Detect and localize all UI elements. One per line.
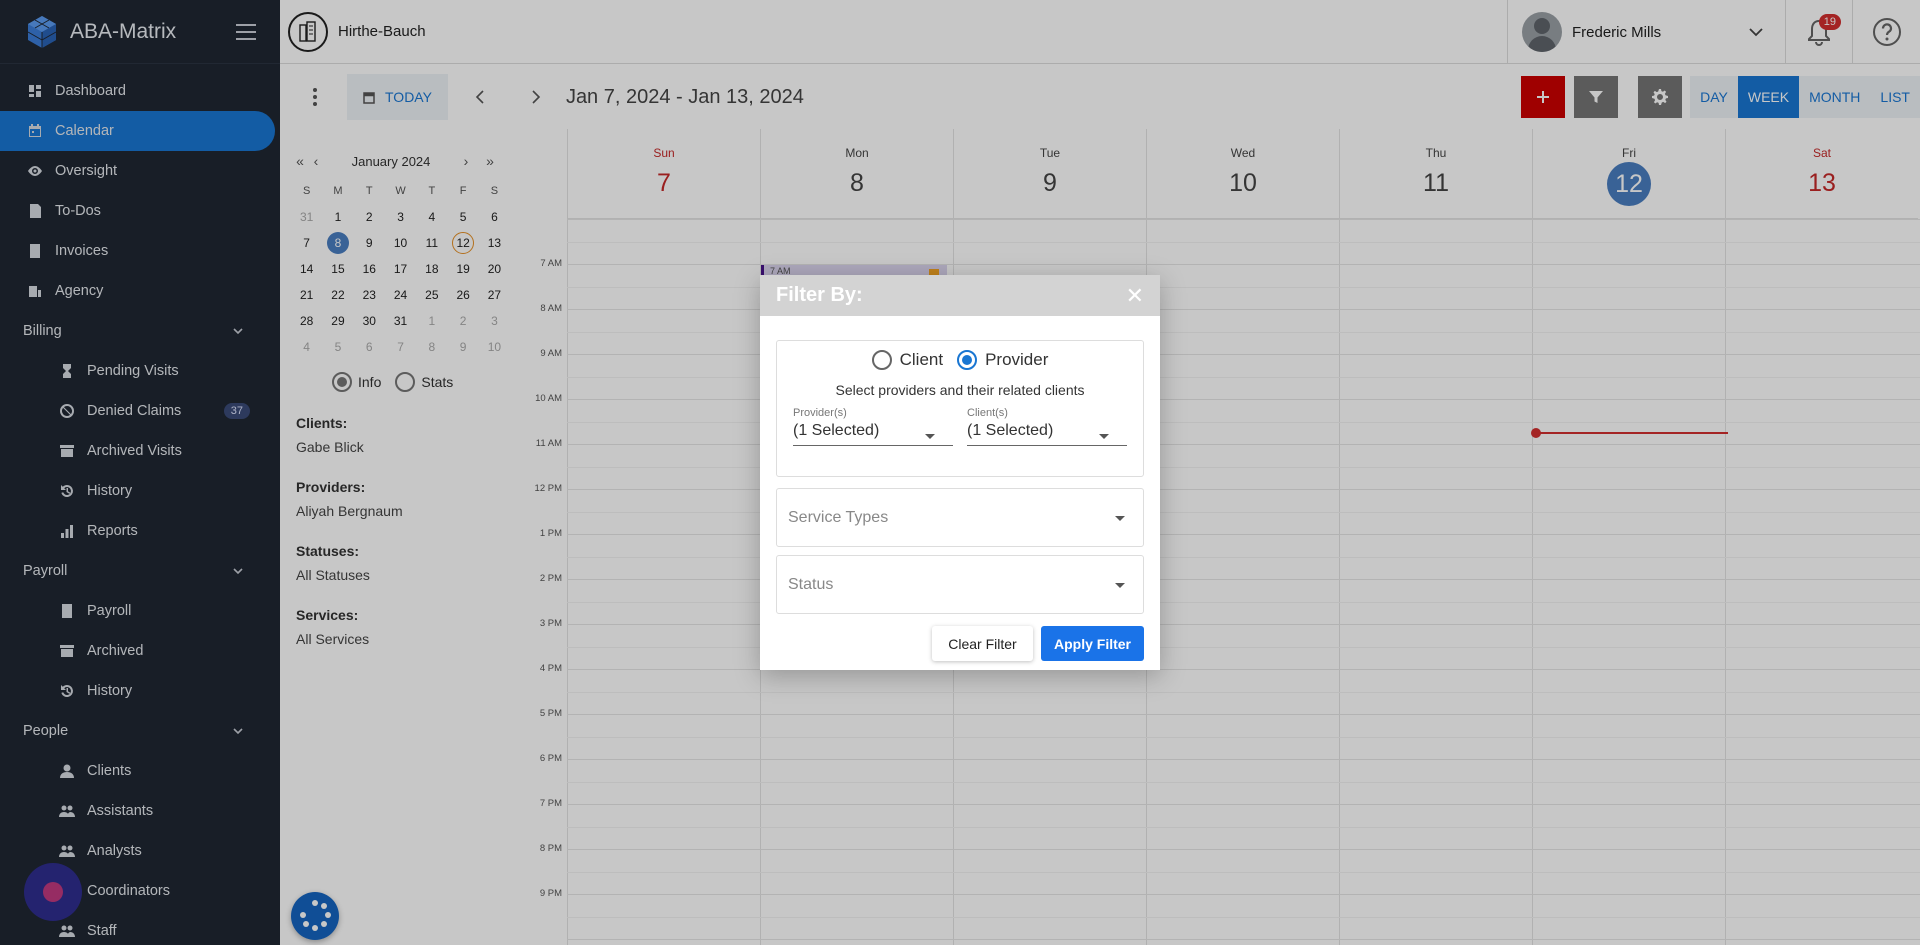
filter-type-provider[interactable]: Provider [957, 350, 1048, 370]
dropdown-arrow-icon [925, 434, 935, 439]
close-icon[interactable]: ✕ [1126, 284, 1144, 307]
clients-value-field[interactable]: (1 Selected) [967, 422, 1127, 446]
providers-select[interactable]: Provider(s) (1 Selected) [793, 407, 953, 446]
service-types-placeholder: Service Types [788, 509, 889, 526]
status-placeholder: Status [788, 576, 834, 593]
filter-dialog: Filter By: ✕ Client Provider Select prov… [760, 275, 1160, 670]
selection-group: Client Provider Select providers and the… [776, 340, 1144, 477]
status-select[interactable]: Status [776, 555, 1144, 614]
providers-value: (1 Selected) [793, 422, 880, 439]
clients-select[interactable]: Client(s) (1 Selected) [967, 407, 1127, 446]
filter-hint: Select providers and their related clien… [835, 382, 1085, 398]
clients-label: Client(s) [967, 407, 1008, 419]
providers-label: Provider(s) [793, 407, 847, 419]
apply-filter-button[interactable]: Apply Filter [1041, 626, 1144, 661]
radio-label: Provider [985, 350, 1049, 369]
dialog-header: Filter By: ✕ [760, 275, 1160, 316]
radio-icon [871, 350, 892, 370]
radio-icon [957, 350, 978, 370]
clear-filter-button[interactable]: Clear Filter [932, 626, 1033, 661]
filter-type-radios: Client Provider [777, 350, 1143, 370]
clients-value: (1 Selected) [967, 422, 1054, 439]
dropdown-arrow-icon [1115, 583, 1125, 588]
providers-value-field[interactable]: (1 Selected) [793, 422, 953, 446]
service-types-select[interactable]: Service Types [776, 488, 1144, 547]
filter-type-client[interactable]: Client [871, 350, 944, 370]
dialog-title: Filter By: [776, 284, 863, 306]
dropdown-arrow-icon [1115, 516, 1125, 521]
dropdown-arrow-icon [1099, 434, 1109, 439]
radio-label: Client [899, 350, 944, 369]
